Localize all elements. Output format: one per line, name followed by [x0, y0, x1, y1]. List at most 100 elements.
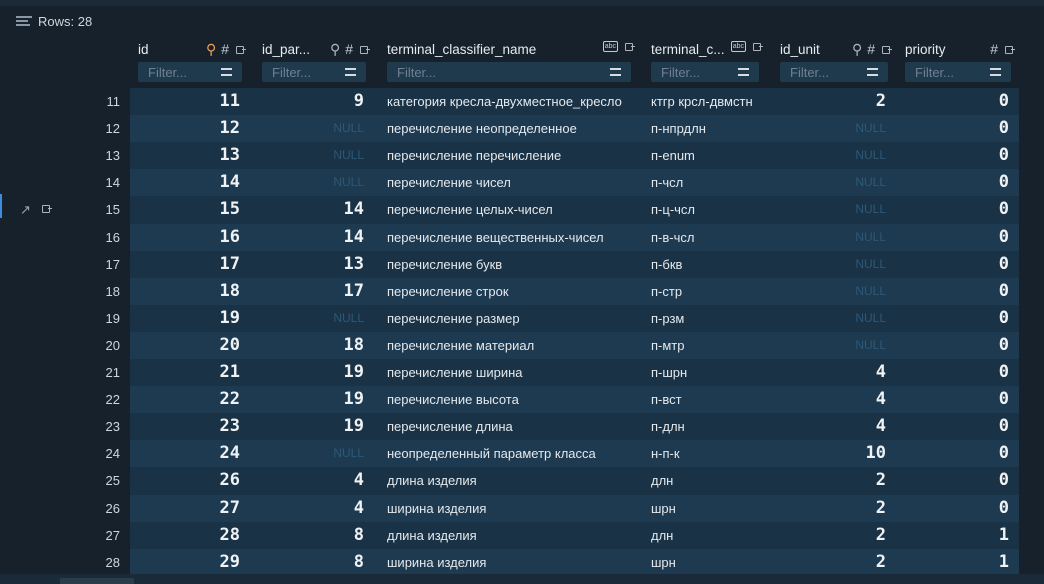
cell-id[interactable]: 21: [130, 359, 240, 386]
table-row[interactable]: 16 16 14 перечисление вещественных-чисел п-в…: [0, 223, 1019, 251]
cell-name[interactable]: перечисление букв: [379, 251, 647, 278]
cell-abbr[interactable]: п-бкв: [643, 251, 775, 278]
cell-abbr[interactable]: длн: [643, 467, 775, 494]
cell-id_unit[interactable]: NULL: [772, 115, 886, 142]
cell-id_parent[interactable]: 14: [254, 224, 364, 251]
row-number[interactable]: 22: [60, 392, 120, 407]
cell-id_parent[interactable]: NULL: [254, 169, 364, 196]
column-name-id_parent[interactable]: id_par...: [262, 42, 310, 57]
table-row[interactable]: 17 17 13 перечисление букв п-бкв NULL 0: [0, 251, 1019, 278]
column-name-priority[interactable]: priority: [905, 42, 946, 57]
cell-name[interactable]: ширина изделия: [379, 495, 647, 522]
cell-abbr[interactable]: длн: [643, 522, 775, 549]
cell-id_unit[interactable]: 4: [772, 413, 886, 440]
table-row[interactable]: 24 24 NULL неопределенный параметр класса н-…: [0, 440, 1019, 468]
cell-abbr[interactable]: н-п-к: [643, 440, 775, 467]
cell-id_parent[interactable]: 13: [254, 251, 364, 278]
table-row[interactable]: 25 26 4 длина изделия длн 2 0: [0, 467, 1019, 494]
row-number[interactable]: 21: [60, 365, 120, 380]
column-header-id_unit[interactable]: id_unit ⚲ # Filter...: [772, 38, 896, 88]
filter-operator-icon[interactable]: [738, 68, 749, 76]
row-number[interactable]: 13: [60, 148, 120, 163]
cell-id_unit[interactable]: NULL: [772, 332, 886, 359]
cell-abbr[interactable]: п-длн: [643, 413, 775, 440]
pin-icon[interactable]: [234, 44, 246, 55]
table-row[interactable]: 27 28 8 длина изделия длн 2 1: [0, 522, 1019, 549]
cell-id[interactable]: 14: [130, 169, 240, 196]
cell-id_parent[interactable]: 4: [254, 495, 364, 522]
filter-input-name[interactable]: Filter...: [387, 62, 631, 82]
table-row[interactable]: 26 27 4 ширина изделия шрн 2 0: [0, 494, 1019, 522]
cell-id_parent[interactable]: 14: [254, 196, 364, 223]
cell-name[interactable]: категория кресла-двухместное_кресло: [379, 88, 647, 115]
filter-operator-icon[interactable]: [867, 68, 878, 76]
table-row[interactable]: 21 21 19 перечисление ширина п-шрн 4 0: [0, 359, 1019, 386]
cell-id_unit[interactable]: NULL: [772, 305, 886, 332]
cell-name[interactable]: перечисление перечисление: [379, 142, 647, 169]
filter-operator-icon[interactable]: [221, 68, 232, 76]
cell-priority[interactable]: 0: [897, 278, 1009, 305]
row-number[interactable]: 12: [60, 121, 120, 136]
table-row[interactable]: 12 12 NULL перечисление неопределенное п-нпр…: [0, 115, 1019, 143]
cell-id_unit[interactable]: 2: [772, 495, 886, 522]
row-number[interactable]: 20: [60, 338, 120, 353]
cell-id[interactable]: 29: [130, 549, 240, 576]
cell-id_unit[interactable]: NULL: [772, 278, 886, 305]
cell-priority[interactable]: 0: [897, 169, 1009, 196]
cell-id[interactable]: 18: [130, 278, 240, 305]
filter-input-id[interactable]: Filter...: [138, 62, 242, 82]
filter-operator-icon[interactable]: [345, 68, 356, 76]
cell-id_unit[interactable]: NULL: [772, 169, 886, 196]
cell-priority[interactable]: 0: [897, 196, 1009, 223]
cell-id[interactable]: 27: [130, 495, 240, 522]
cell-id_parent[interactable]: 19: [254, 359, 364, 386]
row-number[interactable]: 24: [60, 446, 120, 461]
cell-abbr[interactable]: п-нпрдлн: [643, 115, 775, 142]
cell-abbr[interactable]: п-мтр: [643, 332, 775, 359]
cell-id_unit[interactable]: 4: [772, 359, 886, 386]
cell-id[interactable]: 12: [130, 115, 240, 142]
cell-priority[interactable]: 0: [897, 115, 1009, 142]
column-name-name[interactable]: terminal_classifier_name: [387, 42, 536, 57]
cell-id[interactable]: 11: [130, 88, 240, 115]
cell-id_parent[interactable]: NULL: [254, 305, 364, 332]
cell-abbr[interactable]: п-чсл: [643, 169, 775, 196]
cell-priority[interactable]: 0: [897, 440, 1009, 467]
pin-icon[interactable]: [623, 41, 635, 52]
table-row[interactable]: 22 22 19 перечисление высота п-вст 4 0: [0, 386, 1019, 414]
filter-operator-icon[interactable]: [990, 68, 1001, 76]
cell-id[interactable]: 26: [130, 467, 240, 494]
cell-priority[interactable]: 0: [897, 88, 1009, 115]
cell-id_unit[interactable]: 2: [772, 522, 886, 549]
cell-name[interactable]: перечисление вещественных-чисел: [379, 224, 647, 251]
scroll-thumb[interactable]: [60, 578, 134, 584]
cell-name[interactable]: перечисление чисел: [379, 169, 647, 196]
row-number[interactable]: 27: [60, 528, 120, 543]
cell-id_parent[interactable]: 18: [254, 332, 364, 359]
cell-abbr[interactable]: п-стр: [643, 278, 775, 305]
open-record-icon[interactable]: ↗: [20, 202, 31, 218]
cell-id[interactable]: 17: [130, 251, 240, 278]
cell-abbr[interactable]: шрн: [643, 549, 775, 576]
row-number[interactable]: 19: [60, 311, 120, 326]
cell-id_parent[interactable]: 9: [254, 88, 364, 115]
column-name-abbr[interactable]: terminal_c...: [651, 42, 725, 57]
row-number[interactable]: 17: [60, 257, 120, 272]
cell-id[interactable]: 19: [130, 305, 240, 332]
row-number[interactable]: 26: [60, 501, 120, 516]
table-row[interactable]: 19 19 NULL перечисление размер п-рзм NULL 0: [0, 305, 1019, 332]
column-header-id_parent[interactable]: id_par... ⚲ # Filter...: [254, 38, 374, 88]
cell-id_unit[interactable]: 2: [772, 88, 886, 115]
column-name-id_unit[interactable]: id_unit: [780, 42, 820, 57]
cell-id_unit[interactable]: NULL: [772, 251, 886, 278]
filter-input-abbr[interactable]: Filter...: [651, 62, 759, 82]
cell-abbr[interactable]: п-ц-чсл: [643, 196, 775, 223]
cell-abbr[interactable]: п-в-чсл: [643, 224, 775, 251]
cell-priority[interactable]: 0: [897, 332, 1009, 359]
cell-id_parent[interactable]: 19: [254, 413, 364, 440]
cell-abbr[interactable]: ктгр крсл-двмстн: [643, 88, 775, 115]
cell-id[interactable]: 22: [130, 386, 240, 413]
cell-abbr[interactable]: п-вст: [643, 386, 775, 413]
row-number[interactable]: 18: [60, 284, 120, 299]
cell-id[interactable]: 16: [130, 224, 240, 251]
